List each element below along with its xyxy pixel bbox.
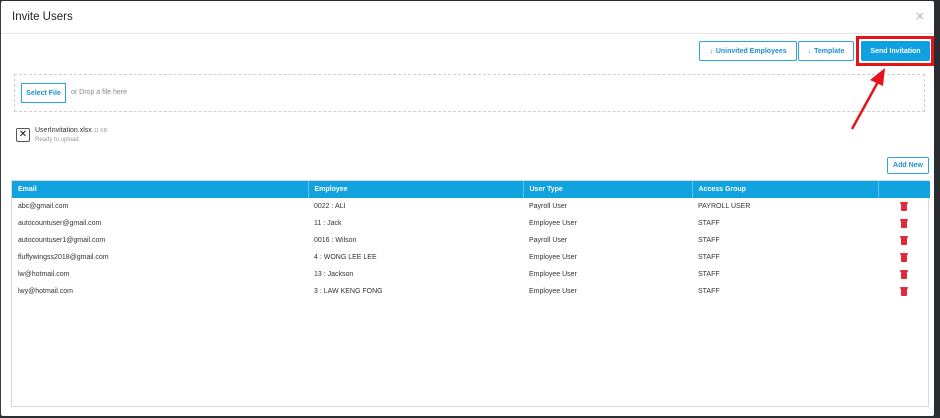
cell-employee: 0022 : ALI [314,203,346,210]
cell-employee: 13 : Jackson [314,271,354,278]
cell-user-type: Payroll User [529,203,568,210]
delete-row-icon[interactable] [900,202,908,211]
backdrop-edge [934,0,940,418]
cell-user-type: Employee User [529,254,577,261]
file-status: Ready to upload [35,137,79,143]
cell-email: abc@gmail.com [18,203,69,210]
drop-hint: or Drop a file here [71,89,128,96]
cell-access-group: PAYROLL USER [698,203,751,210]
file-dropzone[interactable]: Select File or Drop a file here [14,74,925,112]
cell-actions [878,232,930,249]
invite-users-dialog: Invite Users × ↓ Uninvited Employees ↓ T… [1,1,934,416]
column-header-email: Email [12,181,309,198]
cell-access-group: STAFF [698,288,720,295]
file-name-text: UserInvitation.xlsx [35,127,92,134]
download-icon: ↓ [709,47,713,55]
file-name: UserInvitation.xlsx 11 KB [35,127,107,134]
cell-user-type: Employee User [529,288,577,295]
dialog-title: Invite Users [12,11,73,23]
table-row: lwy@hotmail.com 3 : LAW KENG FONG Employee… [12,283,930,300]
delete-row-icon[interactable] [900,219,908,228]
cell-user-type: Employee User [529,220,577,227]
invite-table: Email Employee User Type Access Group ab… [11,180,930,407]
table-row: lw@hotmail.com 13 : Jackson Employee User S… [12,266,930,283]
close-icon[interactable]: × [915,9,924,24]
cell-access-group: STAFF [698,237,720,244]
cell-employee: 0016 : Wilson [314,237,357,244]
table-header-row: Email Employee User Type Access Group [12,181,930,198]
column-header-actions [878,181,930,198]
table-row: abc@gmail.com 0022 : ALI Payroll User PAYRO… [12,198,930,215]
cell-employee: 3 : LAW KENG FONG [314,288,383,295]
delete-row-icon[interactable] [900,236,908,245]
table-row: fluffywingss2018@gmail.com 4 : WONG LEE L… [12,249,930,266]
cell-employee: 11 : Jack [314,220,342,227]
cell-email: autocountuser1@gmail.com [18,237,106,244]
cell-actions [878,198,930,215]
cell-actions [878,249,930,266]
template-label: Template [814,47,845,55]
file-size: 11 KB [93,128,108,134]
add-new-button[interactable]: Add New [887,157,929,174]
column-header-access-group: Access Group [692,181,879,198]
cell-email: lwy@hotmail.com [18,288,73,295]
uninvited-employees-label: Uninvited Employees [715,47,787,55]
column-header-employee: Employee [308,181,524,198]
uninvited-employees-button[interactable]: ↓ Uninvited Employees [699,41,797,61]
cell-actions [878,215,930,232]
table-row: autocountuser@gmail.com 11 : Jack Employee… [12,215,930,232]
template-button[interactable]: ↓ Template [798,41,854,61]
select-file-button[interactable]: Select File [21,83,66,103]
cell-employee: 4 : WONG LEE LEE [314,254,377,261]
download-icon: ↓ [807,47,812,55]
cell-access-group: STAFF [698,254,720,261]
delete-row-icon[interactable] [900,253,908,262]
remove-file-icon[interactable]: ✕ [16,128,30,142]
cell-access-group: STAFF [698,220,720,227]
cell-user-type: Employee User [529,271,577,278]
cell-email: lw@hotmail.com [18,271,70,278]
delete-row-icon[interactable] [900,287,908,296]
delete-row-icon[interactable] [900,270,908,279]
cell-user-type: Payroll User [529,237,568,244]
dialog-header: Invite Users × [1,1,934,34]
cell-actions [878,283,930,300]
table-row: autocountuser1@gmail.com 0016 : Wilson Pay… [12,232,930,249]
cell-email: autocountuser@gmail.com [18,220,102,227]
send-invitation-button[interactable]: Send Invitation [861,41,930,61]
cell-actions [878,266,930,283]
cell-access-group: STAFF [698,271,720,278]
column-header-user-type: User Type [523,181,693,198]
cell-email: fluffywingss2018@gmail.com [18,254,109,261]
